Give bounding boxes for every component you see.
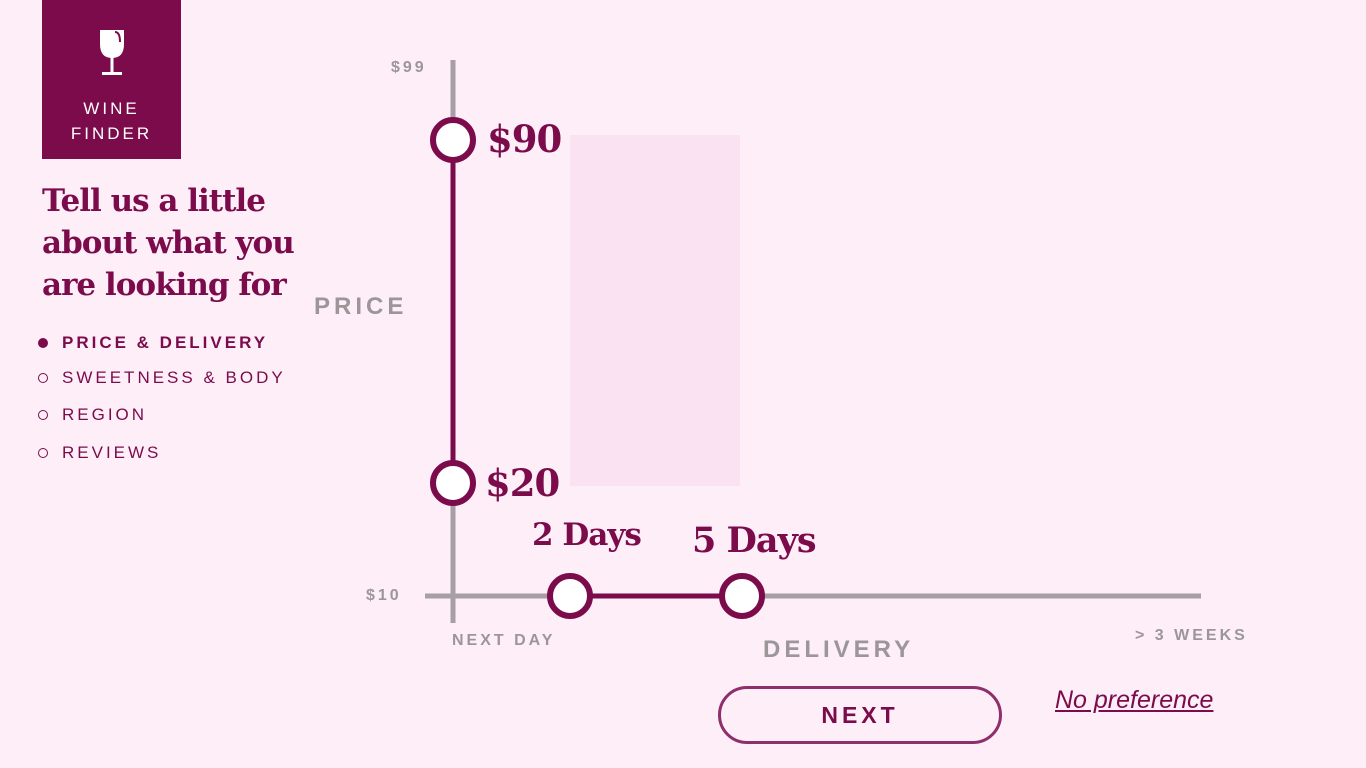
price-max-handle[interactable]: [430, 117, 476, 163]
price-low-value: $20: [485, 461, 560, 505]
price-high-value: $90: [487, 117, 562, 161]
delivery-axis-label: DELIVERY: [763, 636, 915, 663]
price-delivery-selector: [425, 60, 1201, 623]
price-min-handle[interactable]: [430, 460, 476, 506]
delivery-max-label: > 3 WEEKS: [1135, 627, 1248, 644]
price-axis-label: PRICE: [314, 293, 408, 320]
delivery-min-handle[interactable]: [547, 573, 593, 619]
no-preference-link[interactable]: No preference: [1055, 686, 1213, 715]
delivery-high-value: 5 Days: [692, 520, 817, 561]
delivery-max-handle[interactable]: [719, 573, 765, 619]
delivery-low-value: 2 Days: [532, 517, 642, 553]
price-max-label: $99: [391, 59, 427, 76]
selected-range-area: [570, 135, 740, 486]
price-min-label: $10: [366, 587, 402, 604]
next-button[interactable]: NEXT: [718, 686, 1002, 744]
delivery-min-label: NEXT DAY: [452, 632, 556, 649]
